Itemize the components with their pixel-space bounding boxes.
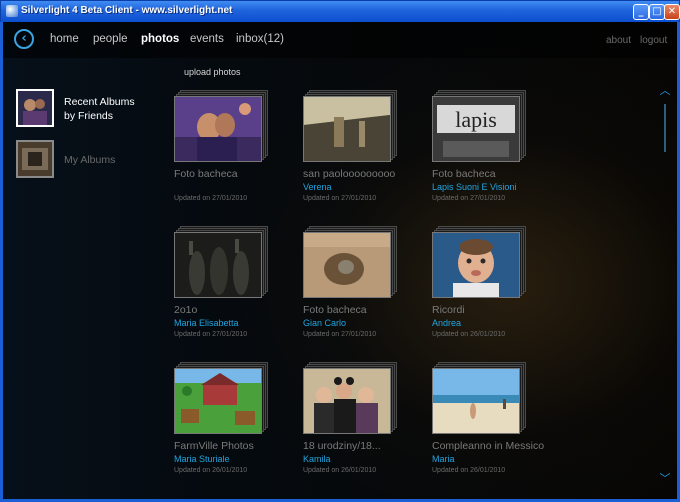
nav-people[interactable]: people [93, 33, 128, 45]
album-thumbnail[interactable] [174, 90, 268, 164]
album-updated-date: Updated on 26/01/2010 [432, 467, 506, 474]
album-updated-date: Updated on 27/01/2010 [174, 195, 248, 202]
album-title: san paolooooooooo [303, 168, 396, 180]
my-albums-thumbnail [16, 140, 54, 178]
about-link[interactable]: about [606, 35, 631, 46]
app-content: ‹ home people photos events inbox(12) ab… [3, 22, 677, 499]
nav-events[interactable]: events [190, 33, 224, 45]
album-updated-date: Updated on 26/01/2010 [174, 467, 248, 474]
album-owner[interactable]: Kamila [303, 454, 331, 464]
album-thumbnail[interactable] [303, 362, 397, 436]
album-card[interactable]: lapis Foto bacheca Lapis Suoni E Visioni… [432, 90, 552, 206]
sidebar-item-recent-albums[interactable]: Recent Albums by Friends [16, 89, 146, 129]
chevron-down-icon[interactable]: ﹀ [658, 472, 672, 486]
album-updated-date: Updated on 27/01/2010 [303, 195, 377, 202]
window-title: Silverlight 4 Beta Client - www.silverli… [21, 5, 233, 16]
album-card[interactable]: Foto bacheca Gian Carlo Updated on 27/01… [303, 226, 423, 342]
top-navigation: ‹ home people photos events inbox(12) ab… [3, 22, 677, 58]
album-card[interactable]: 2o1o Maria Elisabetta Updated on 27/01/2… [174, 226, 294, 342]
sidebar-item-label: My Albums [64, 154, 116, 166]
logout-link[interactable]: logout [640, 35, 667, 46]
nav-home[interactable]: home [50, 33, 79, 45]
album-title: FarmVille Photos [174, 440, 254, 452]
album-card[interactable]: Compleanno in Messico Maria Updated on 2… [432, 362, 552, 478]
album-updated-date: Updated on 27/01/2010 [303, 331, 377, 338]
album-title: Ricordi [432, 304, 465, 316]
album-title: 2o1o [174, 304, 198, 316]
album-updated-date: Updated on 26/01/2010 [303, 467, 377, 474]
album-card[interactable]: FarmVille Photos Maria Sturiale Updated … [174, 362, 294, 478]
album-updated-date: Updated on 27/01/2010 [432, 195, 506, 202]
album-owner[interactable]: Gian Carlo [303, 318, 346, 328]
album-thumbnail[interactable] [303, 90, 397, 164]
album-updated-date: Updated on 27/01/2010 [174, 331, 248, 338]
recent-albums-thumbnail [16, 89, 54, 127]
close-button[interactable]: ✕ [664, 4, 680, 20]
album-title: Foto bacheca [432, 168, 496, 180]
nav-photos[interactable]: photos [141, 33, 179, 45]
album-owner[interactable]: Lapis Suoni E Visioni [432, 182, 516, 192]
album-owner[interactable]: Maria [432, 454, 455, 464]
album-owner[interactable]: Andrea [432, 318, 461, 328]
back-arrow-icon[interactable]: ‹ [14, 29, 34, 49]
app-icon [6, 5, 18, 17]
sidebar-item-label: Recent Albums [64, 96, 135, 108]
album-title: Compleanno in Messico [432, 440, 545, 452]
minimize-button[interactable]: _ [633, 4, 649, 20]
album-owner[interactable]: Maria Sturiale [174, 454, 230, 464]
album-card[interactable]: 18 urodziny/18... Kamila Updated on 26/0… [303, 362, 423, 478]
album-title: Foto bacheca [303, 304, 367, 316]
scrollbar-track[interactable] [664, 104, 666, 152]
upload-photos-link[interactable]: upload photos [184, 67, 241, 77]
album-title: 18 urodziny/18... [303, 440, 381, 452]
album-thumbnail[interactable] [432, 362, 526, 436]
photo-lettering: lapis [455, 107, 497, 132]
album-card[interactable]: Ricordi Andrea Updated on 26/01/2010 [432, 226, 552, 342]
chevron-up-icon[interactable]: ︿ [658, 84, 672, 98]
maximize-button[interactable]: □ [649, 4, 665, 20]
album-thumbnail[interactable] [174, 226, 268, 300]
album-thumbnail[interactable]: lapis [432, 90, 526, 164]
album-card[interactable]: san paolooooooooo Verena Updated on 27/0… [303, 90, 423, 206]
album-thumbnail[interactable] [174, 362, 268, 436]
album-card[interactable]: Foto bacheca Updated on 27/01/2010 [174, 90, 294, 206]
album-owner[interactable]: Maria Elisabetta [174, 318, 239, 328]
window-title-bar: Silverlight 4 Beta Client - www.silverli… [0, 0, 680, 22]
album-thumbnail[interactable] [303, 226, 397, 300]
sidebar-item-label-line2: by Friends [64, 110, 114, 122]
album-title: Foto bacheca [174, 168, 238, 180]
album-owner[interactable]: Verena [303, 182, 332, 192]
album-updated-date: Updated on 26/01/2010 [432, 331, 506, 338]
nav-inbox[interactable]: inbox(12) [236, 33, 284, 45]
sidebar-item-my-albums[interactable]: My Albums [16, 140, 146, 180]
album-thumbnail[interactable] [432, 226, 526, 300]
